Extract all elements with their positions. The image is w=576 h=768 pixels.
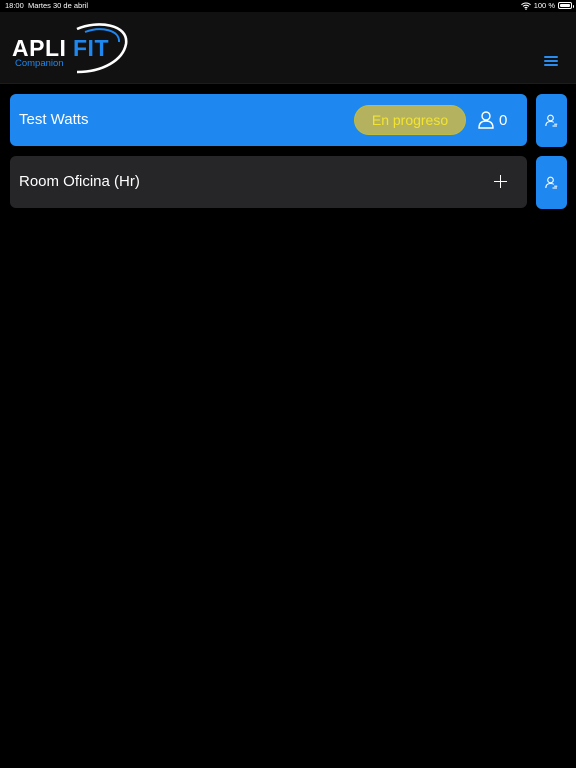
battery-icon — [558, 2, 574, 9]
room-row-test-watts[interactable]: Test Watts En progreso 0 — [10, 94, 527, 146]
person-edit-icon — [545, 176, 558, 189]
status-date: Martes 30 de abril — [28, 1, 89, 10]
person-icon — [478, 111, 494, 129]
hamburger-menu-icon[interactable] — [544, 56, 558, 66]
room-users-button[interactable] — [536, 156, 567, 209]
participant-count: 0 — [499, 112, 508, 129]
status-indicators: 100 % — [520, 1, 574, 10]
person-edit-icon — [545, 114, 558, 127]
room-name: Room Oficina (Hr) — [19, 173, 140, 190]
room-users-button[interactable] — [536, 94, 567, 147]
room-row-oficina[interactable]: Room Oficina (Hr) — [10, 156, 527, 208]
room-name: Test Watts — [19, 111, 89, 128]
wifi-icon — [520, 2, 531, 10]
aplifit-logo: APLI FIT Companion — [11, 22, 131, 76]
status-bar: 18:00 Martes 30 de abril 100 % — [0, 0, 576, 12]
battery-percentage: 100 % — [533, 1, 555, 10]
status-time: 18:00 — [5, 1, 24, 10]
status-badge: En progreso — [354, 105, 466, 135]
plus-icon[interactable] — [494, 175, 507, 188]
app-header: APLI FIT Companion — [0, 12, 576, 84]
logo-subtitle: Companion — [15, 58, 64, 69]
logo-text-fit: FIT — [73, 35, 109, 61]
